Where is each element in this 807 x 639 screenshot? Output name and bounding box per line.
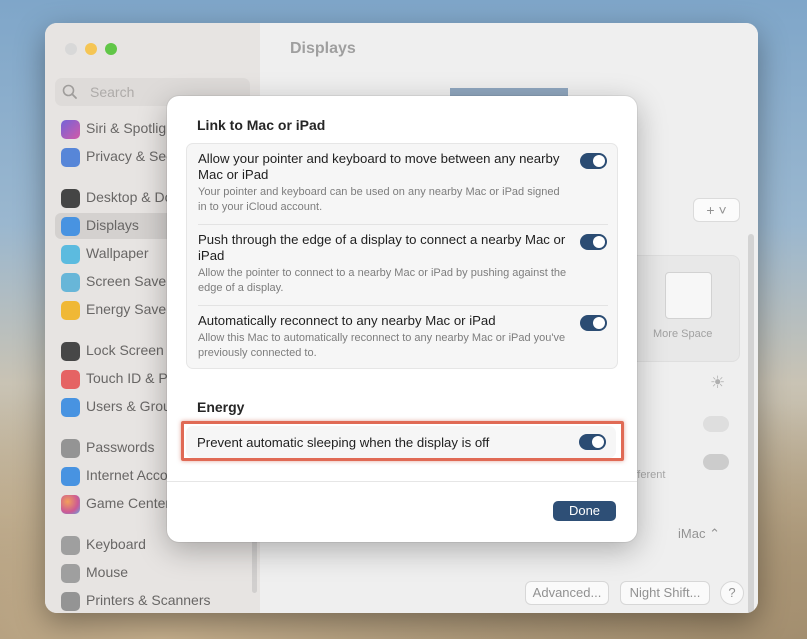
toggle-knob <box>593 236 605 248</box>
link-options-group: Allow your pointer and keyboard to move … <box>186 143 618 369</box>
sheet-footer-divider <box>167 481 637 482</box>
row-title: Automatically reconnect to any nearby Ma… <box>198 313 496 328</box>
link-settings-sheet: Link to Mac or iPad Allow your pointer a… <box>167 96 637 542</box>
pointer-keyboard-row: Allow your pointer and keyboard to move … <box>187 144 617 224</box>
row-description: Allow the pointer to connect to a nearby… <box>198 267 567 294</box>
row-title: Allow your pointer and keyboard to move … <box>198 151 560 182</box>
toggle-knob <box>593 155 605 167</box>
push-through-row: Push through the edge of a display to co… <box>187 225 617 305</box>
row-description: Your pointer and keyboard can be used on… <box>198 186 560 213</box>
energy-section-title: Energy <box>197 399 245 415</box>
auto-reconnect-row: Automatically reconnect to any nearby Ma… <box>187 306 617 368</box>
annotation-highlight-box <box>181 421 624 461</box>
pointer-keyboard-toggle[interactable] <box>580 153 607 169</box>
link-section-title: Link to Mac or iPad <box>197 117 326 133</box>
auto-reconnect-toggle[interactable] <box>580 315 607 331</box>
row-title: Push through the edge of a display to co… <box>198 232 566 263</box>
toggle-knob <box>593 317 605 329</box>
push-through-toggle[interactable] <box>580 234 607 250</box>
done-button[interactable]: Done <box>553 501 616 521</box>
row-description: Allow this Mac to automatically reconnec… <box>198 332 566 359</box>
